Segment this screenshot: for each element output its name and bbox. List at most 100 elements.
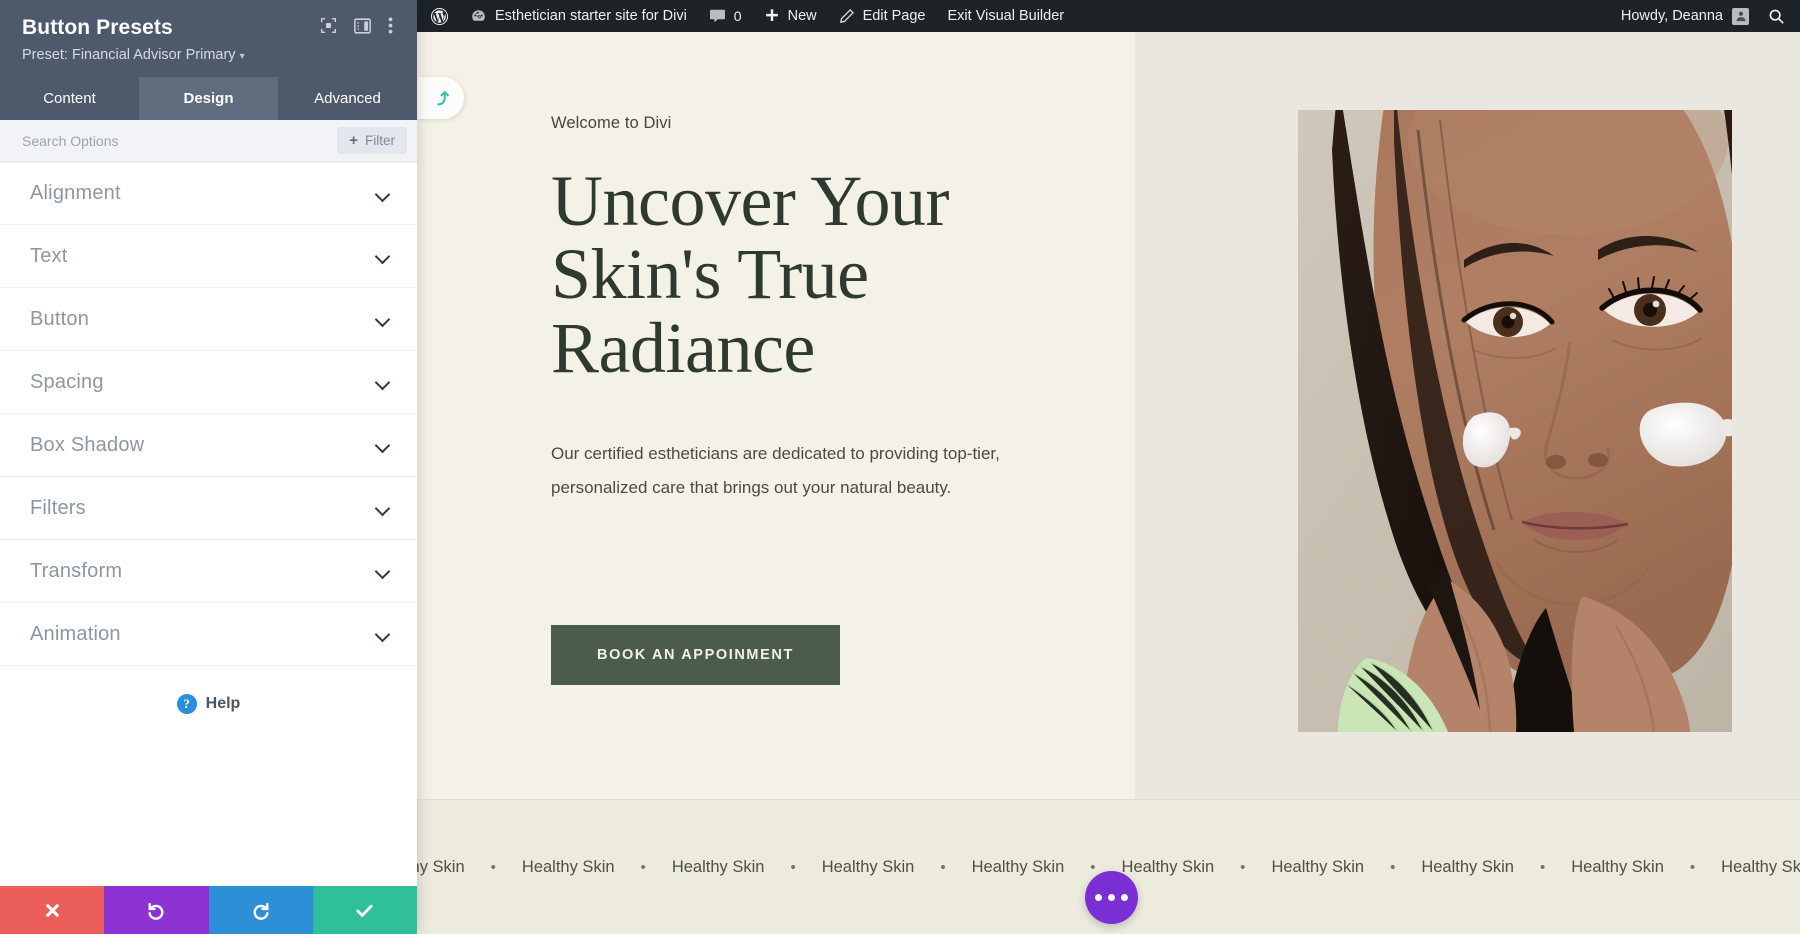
chevron-down-icon <box>376 189 392 199</box>
avatar <box>1732 8 1749 25</box>
hero-title-line-2: Skin's True <box>551 234 869 314</box>
option-group-animation[interactable]: Animation <box>0 603 417 666</box>
preset-selector[interactable]: Preset: Financial Advisor Primary ▾ <box>22 47 395 63</box>
visual-builder-canvas: Welcome to Divi Uncover Your Skin's True… <box>417 32 1800 934</box>
plus-icon <box>764 8 780 24</box>
option-group-label: Animation <box>30 623 121 646</box>
marquee-separator-icon: • <box>1090 859 1095 876</box>
marquee-item: Healthy Skin <box>522 858 615 877</box>
marquee-item: Healthy Skin <box>417 858 465 877</box>
panel-title: Button Presets <box>22 16 173 40</box>
chevron-down-icon <box>376 629 392 639</box>
marquee-separator-icon: • <box>641 859 646 876</box>
hero-image <box>1298 110 1732 732</box>
tab-advanced[interactable]: Advanced <box>278 77 417 120</box>
filter-button-label: Filter <box>365 133 395 148</box>
wordpress-logo-icon[interactable] <box>417 0 459 32</box>
panel-header-icons <box>320 17 393 39</box>
marquee-separator-icon: • <box>1540 859 1545 876</box>
plus-icon: + <box>349 133 358 148</box>
option-group-label: Box Shadow <box>30 434 144 457</box>
module-settings-panel: Button Presets <box>0 0 417 934</box>
marquee-separator-icon: • <box>1690 859 1695 876</box>
search-input[interactable]: Search Options <box>22 133 119 149</box>
preset-label: Preset: Financial Advisor Primary <box>22 47 236 63</box>
marquee-item: Healthy Skin <box>1122 858 1215 877</box>
search-options-bar: Search Options + Filter <box>0 120 417 162</box>
marquee-item: Healthy Skin <box>822 858 915 877</box>
save-button[interactable] <box>313 886 417 934</box>
marquee-separator-icon: • <box>790 859 795 876</box>
divi-wand-icon[interactable] <box>417 77 464 119</box>
panel-spacer <box>0 714 417 886</box>
option-group-alignment[interactable]: Alignment <box>0 162 417 225</box>
undo-button[interactable] <box>104 886 208 934</box>
marquee-separator-icon: • <box>1390 859 1395 876</box>
marquee-item: Healthy Skin <box>1571 858 1664 877</box>
chevron-down-icon <box>376 440 392 450</box>
more-options-icon <box>1108 894 1115 901</box>
marquee-item: Healthy Skin <box>1721 858 1800 877</box>
comment-bubble-icon <box>709 8 726 24</box>
comments-count: 0 <box>734 8 742 24</box>
option-group-box-shadow[interactable]: Box Shadow <box>0 414 417 477</box>
vertical-dots-icon[interactable] <box>388 17 393 39</box>
option-group-label: Button <box>30 308 89 331</box>
redo-button[interactable] <box>209 886 313 934</box>
pencil-icon <box>839 8 855 24</box>
option-group-button[interactable]: Button <box>0 288 417 351</box>
hero-title-line-3: Radiance <box>551 308 815 388</box>
option-group-text[interactable]: Text <box>0 225 417 288</box>
wordpress-admin-bar: Esthetician starter site for Divi 0 New … <box>417 0 1800 32</box>
option-group-spacing[interactable]: Spacing <box>0 351 417 414</box>
page-title: Uncover Your Skin's True Radiance <box>551 165 1135 385</box>
marquee-separator-icon: • <box>491 859 496 876</box>
option-group-label: Filters <box>30 497 86 520</box>
site-name-label: Esthetician starter site for Divi <box>495 8 687 24</box>
new-label: New <box>788 8 817 24</box>
comments-menu[interactable]: 0 <box>698 0 753 32</box>
book-appointment-button[interactable]: BOOK AN APPOINMENT <box>551 625 840 685</box>
admin-bar-right: Howdy, Deanna <box>1611 0 1800 32</box>
option-group-label: Spacing <box>30 371 104 394</box>
hero-eyebrow: Welcome to Divi <box>551 114 1135 133</box>
woman-with-face-cream-photo <box>1298 110 1732 732</box>
settings-tabs: Content Design Advanced <box>0 77 417 120</box>
more-options-icon <box>1095 894 1102 901</box>
hero-title-line-1: Uncover Your <box>551 161 949 241</box>
help-button[interactable]: ? Help <box>0 694 417 714</box>
marquee-item: Healthy Skin <box>1271 858 1364 877</box>
help-label: Help <box>206 695 241 713</box>
hero-section: Welcome to Divi Uncover Your Skin's True… <box>417 32 1800 799</box>
focus-target-icon[interactable] <box>320 17 337 39</box>
option-group-transform[interactable]: Transform <box>0 540 417 603</box>
option-group-label: Alignment <box>30 182 121 205</box>
chevron-down-icon <box>376 566 392 576</box>
option-group-filters[interactable]: Filters <box>0 477 417 540</box>
design-option-groups: Alignment Text Button Spacing Box Shadow… <box>0 162 417 666</box>
option-group-label: Transform <box>30 560 122 583</box>
tab-content[interactable]: Content <box>0 77 139 120</box>
chevron-down-icon <box>376 314 392 324</box>
cancel-button[interactable] <box>0 886 104 934</box>
dashboard-icon <box>470 8 487 25</box>
new-content-menu[interactable]: New <box>753 0 828 32</box>
site-name-menu[interactable]: Esthetician starter site for Divi <box>459 0 698 32</box>
admin-bar-left: Esthetician starter site for Divi 0 New … <box>417 0 1075 32</box>
filter-button[interactable]: + Filter <box>337 127 407 154</box>
marquee-item: Healthy Skin <box>1421 858 1514 877</box>
tab-design[interactable]: Design <box>139 77 278 120</box>
search-icon[interactable] <box>1759 8 1800 25</box>
hero-paragraph: Our certified estheticians are dedicated… <box>551 437 1011 505</box>
marquee-item: Healthy Skin <box>972 858 1065 877</box>
chevron-down-icon <box>376 377 392 387</box>
howdy-label: Howdy, Deanna <box>1621 8 1723 24</box>
my-account-menu[interactable]: Howdy, Deanna <box>1611 8 1759 25</box>
edit-page-menu[interactable]: Edit Page <box>828 0 937 32</box>
exit-visual-builder-button[interactable]: Exit Visual Builder <box>937 0 1076 32</box>
builder-options-fab[interactable] <box>1085 871 1138 924</box>
marquee-separator-icon: • <box>1240 859 1245 876</box>
chevron-down-icon: ▾ <box>240 51 245 62</box>
more-options-icon <box>1121 894 1128 901</box>
layout-panel-icon[interactable] <box>354 18 371 39</box>
